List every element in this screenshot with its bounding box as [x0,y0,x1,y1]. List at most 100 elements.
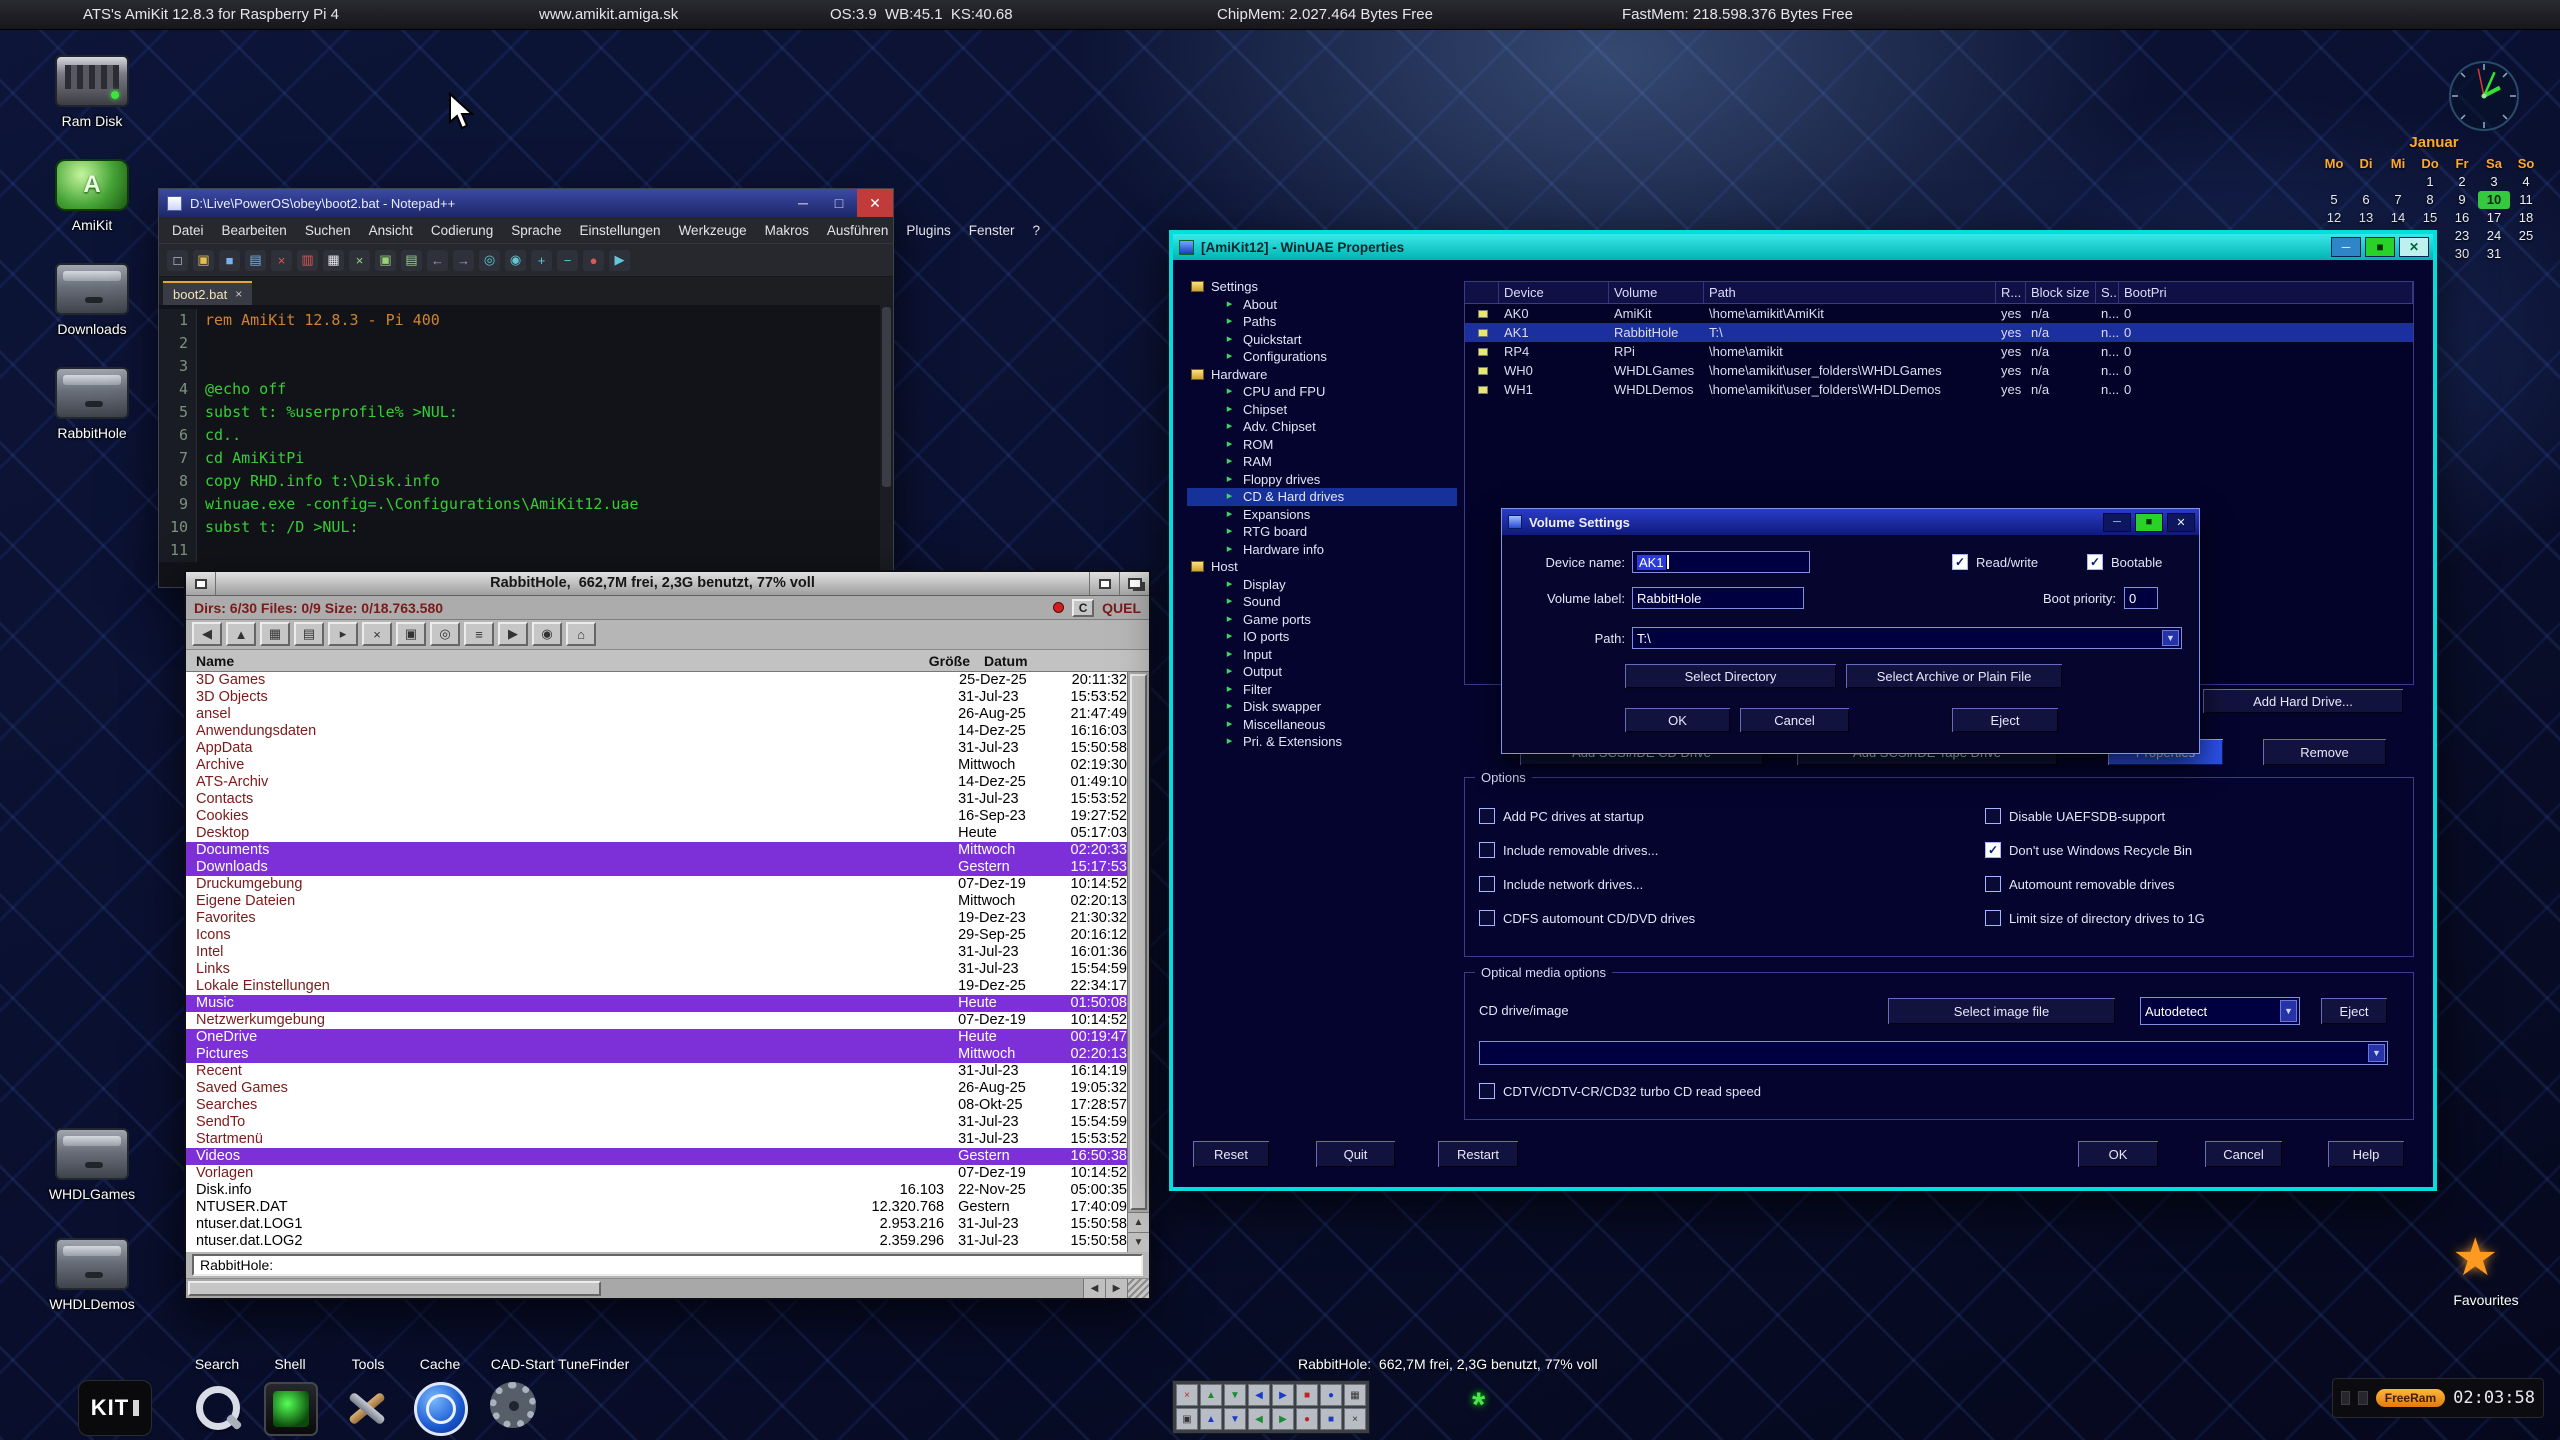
file-row[interactable]: Lokale Einstellungen 19-Dez-25 22:34:17 [186,978,1127,995]
column-header[interactable]: Path [1704,282,1996,303]
menu-item[interactable]: ? [1023,223,1049,238]
drawer-icon[interactable] [55,1128,129,1180]
file-row[interactable]: Documents Mittwoch 02:20:33 [186,842,1127,859]
file-row[interactable]: Anwendungsdaten 14-Dez-25 16:16:03 [186,723,1127,740]
menu-item[interactable]: Makros [756,223,818,238]
tree-item[interactable]: Settings [1187,278,1457,296]
drive-row[interactable]: RP4 RPi \home\amikit yes n/a n... 0 [1465,342,2413,361]
option-checkbox-row[interactable]: ✓ Don't use Windows Recycle Bin [1985,840,2205,860]
minimize-icon[interactable]: ─ [785,189,821,217]
file-row[interactable]: Vorlagen 07-Dez-19 10:14:52 [186,1165,1127,1182]
tree-item[interactable]: About [1187,296,1457,314]
tree-item[interactable]: Chipset [1187,401,1457,419]
drive-row[interactable]: AK1 RabbitHole T:\ yes n/a n... 0 [1465,323,2413,342]
desktop-icon[interactable]: Ram Disk [34,55,150,129]
add-hard-drive-button[interactable]: Add Hard Drive... [2202,688,2404,714]
help-button[interactable]: Help [2327,1140,2405,1168]
file-row[interactable]: AppData 31-Jul-23 15:50:58 [186,740,1127,757]
editor-scrollbar[interactable] [880,305,893,587]
file-row[interactable]: Downloads Gestern 15:17:53 [186,859,1127,876]
chevron-down-icon[interactable]: ▼ [2368,1044,2385,1062]
toolbar-icon[interactable]: × [362,622,392,646]
filemanager-titlebar[interactable]: RabbitHole, 662,7M frei, 2,3G benutzt, 7… [186,572,1149,596]
tree-item[interactable]: CD & Hard drives [1187,488,1457,506]
arranger-button[interactable]: × [1176,1384,1198,1406]
desktop-icon[interactable]: RabbitHole [34,367,150,441]
notepad-editor[interactable]: 1 rem AmiKit 12.8.3 - Pi 400 2 3 4 @echo… [159,305,893,587]
tree-item[interactable]: Sound [1187,593,1457,611]
file-row[interactable]: Desktop Heute 05:17:03 [186,825,1127,842]
toolbar-icon[interactable]: ◉ [532,622,562,646]
amidock-kit-button[interactable]: KIT [78,1380,152,1436]
option-checkbox-row[interactable]: ✓ Include network drives... [1479,874,1695,894]
toolbar-icon[interactable]: ▦ [323,250,344,271]
tree-item[interactable]: Miscellaneous [1187,716,1457,734]
toolbar-icon[interactable]: ▦ [260,622,290,646]
tree-item[interactable]: Game ports [1187,611,1457,629]
desktop-icon[interactable]: Downloads [34,263,150,337]
path-select[interactable]: T:\ ▼ [1632,627,2182,649]
toolbar-icon[interactable]: ▤ [294,622,324,646]
file-row[interactable]: Links 31-Jul-23 15:54:59 [186,961,1127,978]
column-header[interactable]: Name [186,650,886,671]
dialog-titlebar[interactable]: Volume Settings ─ ■ ✕ [1502,509,2199,535]
select-directory-button[interactable]: Select Directory [1624,663,1837,689]
toolbar-icon[interactable]: ◎ [430,622,460,646]
arranger-button[interactable]: ▲ [1200,1408,1222,1430]
vertical-scrollbar[interactable]: ▲ ▼ [1127,672,1149,1252]
drawer-icon[interactable] [55,263,129,315]
tree-item[interactable]: Input [1187,646,1457,664]
menu-item[interactable]: Einstellungen [571,223,670,238]
desktop-icon[interactable]: AmiKit [34,159,150,233]
toolbar-icon[interactable]: ≡ [464,622,494,646]
search-icon[interactable] [192,1382,246,1436]
file-row[interactable]: OneDrive Heute 00:19:47 [186,1029,1127,1046]
checkbox[interactable]: ✓ [2087,554,2103,570]
close-icon[interactable]: ✕ [2167,513,2195,532]
tree-item[interactable]: Paths [1187,313,1457,331]
tree-item[interactable]: IO ports [1187,628,1457,646]
arranger-button[interactable]: ▼ [1224,1408,1246,1430]
quit-button[interactable]: Quit [1315,1140,1396,1168]
favourites-star-icon[interactable]: ★ [2452,1228,2499,1288]
horizontal-scrollbar[interactable]: ◀ ▶ [186,1278,1149,1298]
menu-item[interactable]: Ansicht [360,223,422,238]
file-row[interactable]: Favorites 19-Dez-23 21:30:32 [186,910,1127,927]
boot-priority-input[interactable]: 0 [2124,587,2158,609]
device-name-input[interactable]: AK1 [1632,551,1810,573]
tree-item[interactable]: Floppy drives [1187,471,1457,489]
file-row[interactable]: Recent 31-Jul-23 16:14:19 [186,1063,1127,1080]
checkbox[interactable]: ✓ [1479,910,1495,926]
column-header[interactable]: Datum [970,650,1149,671]
menu-item[interactable]: Codierung [422,223,502,238]
toolbar-icon[interactable]: ▣ [396,622,426,646]
file-row[interactable]: Archive Mittwoch 02:19:30 [186,757,1127,774]
chevron-down-icon[interactable]: ▼ [2162,630,2179,646]
column-header[interactable]: S... [2096,282,2119,303]
arranger-button[interactable]: ■ [1296,1384,1318,1406]
menu-item[interactable]: Datei [163,223,213,238]
close-icon[interactable]: ✕ [857,189,893,217]
ok-button[interactable]: OK [1624,707,1731,733]
file-row[interactable]: Saved Games 26-Aug-25 19:05:32 [186,1080,1127,1097]
panel-button-icon[interactable] [2341,1391,2350,1405]
checkbox[interactable]: ✓ [1479,842,1495,858]
arranger-button[interactable]: × [1344,1408,1366,1430]
drive-row[interactable]: WH1 WHDLDemos \home\amikit\user_folders\… [1465,380,2413,399]
scroll-down-icon[interactable]: ▼ [1128,1232,1149,1252]
cd-eject-button[interactable]: Eject [2320,997,2388,1025]
column-header[interactable]: Größe [886,650,970,671]
file-row[interactable]: Startmenü 31-Jul-23 15:53:52 [186,1131,1127,1148]
drive-row[interactable]: WH0 WHDLGames \home\amikit\user_folders\… [1465,361,2413,380]
tree-item[interactable]: Filter [1187,681,1457,699]
option-checkbox-row[interactable]: ✓ Include removable drives... [1479,840,1695,860]
arranger-button[interactable]: ● [1320,1384,1342,1406]
close-icon[interactable]: ✕ [2399,237,2429,257]
checkbox[interactable]: ✓ [1479,876,1495,892]
toolbar-icon[interactable]: + [531,250,552,271]
checkbox[interactable]: ✓ [1479,1083,1495,1099]
eject-button[interactable]: Eject [1951,707,2059,733]
maximize-icon[interactable]: ■ [2135,513,2163,532]
toolbar-icon[interactable]: □ [167,250,188,271]
tree-item[interactable]: Pri. & Extensions [1187,733,1457,751]
